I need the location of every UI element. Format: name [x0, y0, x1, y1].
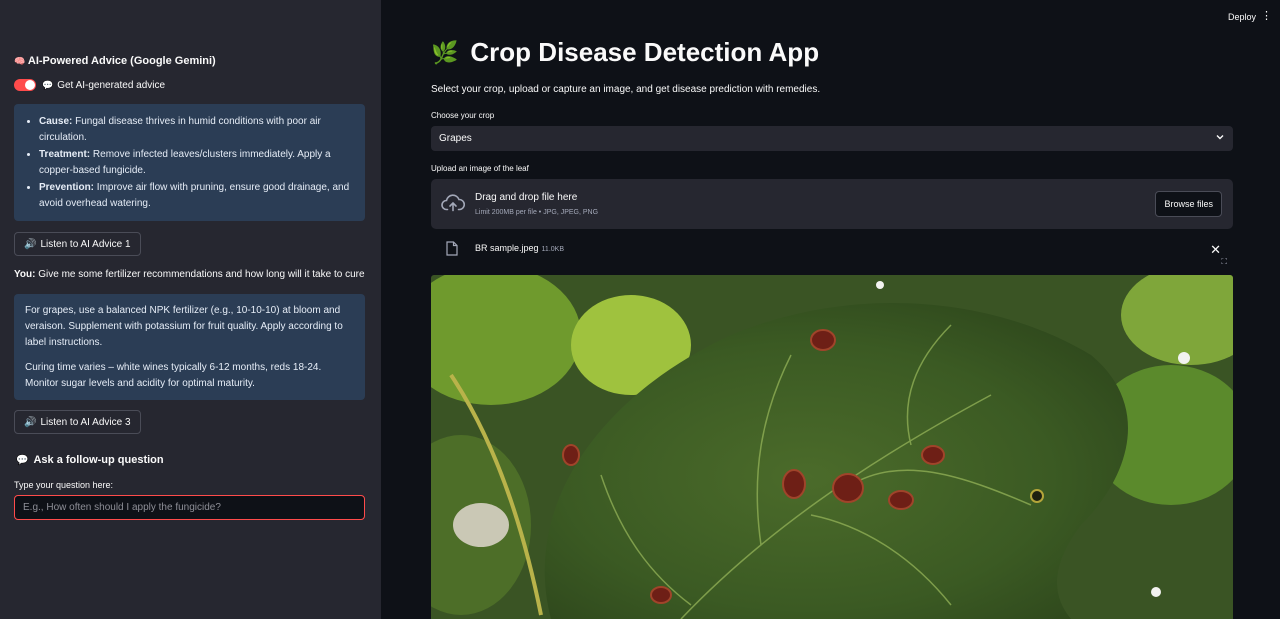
crop-select-label: Choose your crop: [431, 111, 495, 120]
speaker-icon: 🔊: [24, 416, 37, 428]
crop-select[interactable]: Grapes: [431, 126, 1233, 151]
file-dropzone[interactable]: Drag and drop file here Limit 200MB per …: [431, 179, 1233, 229]
answer-paragraph: Curing time varies – white wines typical…: [25, 362, 322, 389]
ai-advice-toggle[interactable]: [14, 79, 36, 91]
fullscreen-icon[interactable]: ⛶: [1221, 257, 1227, 267]
speech-bubble-icon: 💬: [42, 79, 54, 90]
advice-item: Treatment: Remove infected leaves/cluste…: [39, 147, 351, 179]
crop-select-value: Grapes: [439, 133, 472, 144]
user-message: You: Give me some fertilizer recommendat…: [14, 269, 365, 280]
ai-advice-box-3: For grapes, use a balanced NPK fertilize…: [14, 294, 365, 400]
chevron-down-icon: [1215, 132, 1225, 145]
question-label: Type your question here:: [14, 480, 114, 490]
speech-bubble-icon: 💬: [16, 454, 29, 466]
speaker-icon: 🔊: [24, 238, 37, 250]
sidebar: 🧠 AI-Powered Advice (Google Gemini) 💬 Ge…: [0, 0, 381, 619]
file-name: BR sample.jpeg 11.0KB: [475, 243, 564, 253]
deploy-button[interactable]: Deploy: [1228, 12, 1256, 22]
file-size: 11.0KB: [541, 246, 564, 253]
dropzone-limit: Limit 200MB per file • JPG, JPEG, PNG: [475, 209, 599, 216]
ai-advice-toggle-row[interactable]: 💬 Get AI-generated advice: [14, 79, 165, 91]
page-title: 🌿 Crop Disease Detection App: [431, 37, 820, 67]
upload-label: Upload an image of the leaf: [431, 164, 529, 173]
remove-file-icon[interactable]: ✕: [1210, 242, 1221, 258]
uploaded-file: BR sample.jpeg 11.0KB ✕ ⛶: [431, 240, 1233, 266]
file-icon: [446, 241, 458, 261]
brain-icon: 🧠: [14, 56, 26, 66]
dropzone-title: Drag and drop file here: [475, 192, 578, 203]
question-input[interactable]: [14, 495, 365, 520]
advice-item: Prevention: Improve air flow with prunin…: [39, 180, 351, 212]
answer-paragraph: For grapes, use a balanced NPK fertilize…: [25, 305, 343, 348]
kebab-menu-icon[interactable]: ⋮: [1261, 11, 1272, 22]
advice-item: Cause: Fungal disease thrives in humid c…: [39, 114, 351, 146]
sidebar-title: 🧠 AI-Powered Advice (Google Gemini): [14, 55, 216, 67]
page-subtitle: Select your crop, upload or capture an i…: [431, 84, 821, 95]
herb-icon: 🌿: [431, 39, 459, 65]
cloud-upload-icon: [441, 193, 466, 218]
ai-advice-box-1: Cause: Fungal disease thrives in humid c…: [14, 104, 365, 221]
toggle-label: Get AI-generated advice: [57, 79, 166, 91]
listen-advice-1-button[interactable]: 🔊 Listen to AI Advice 1: [14, 232, 141, 256]
followup-heading: 💬 Ask a follow-up question: [16, 454, 164, 466]
uploaded-leaf-image: [431, 275, 1233, 619]
browse-files-button[interactable]: Browse files: [1155, 191, 1222, 217]
listen-advice-3-button[interactable]: 🔊 Listen to AI Advice 3: [14, 410, 141, 434]
